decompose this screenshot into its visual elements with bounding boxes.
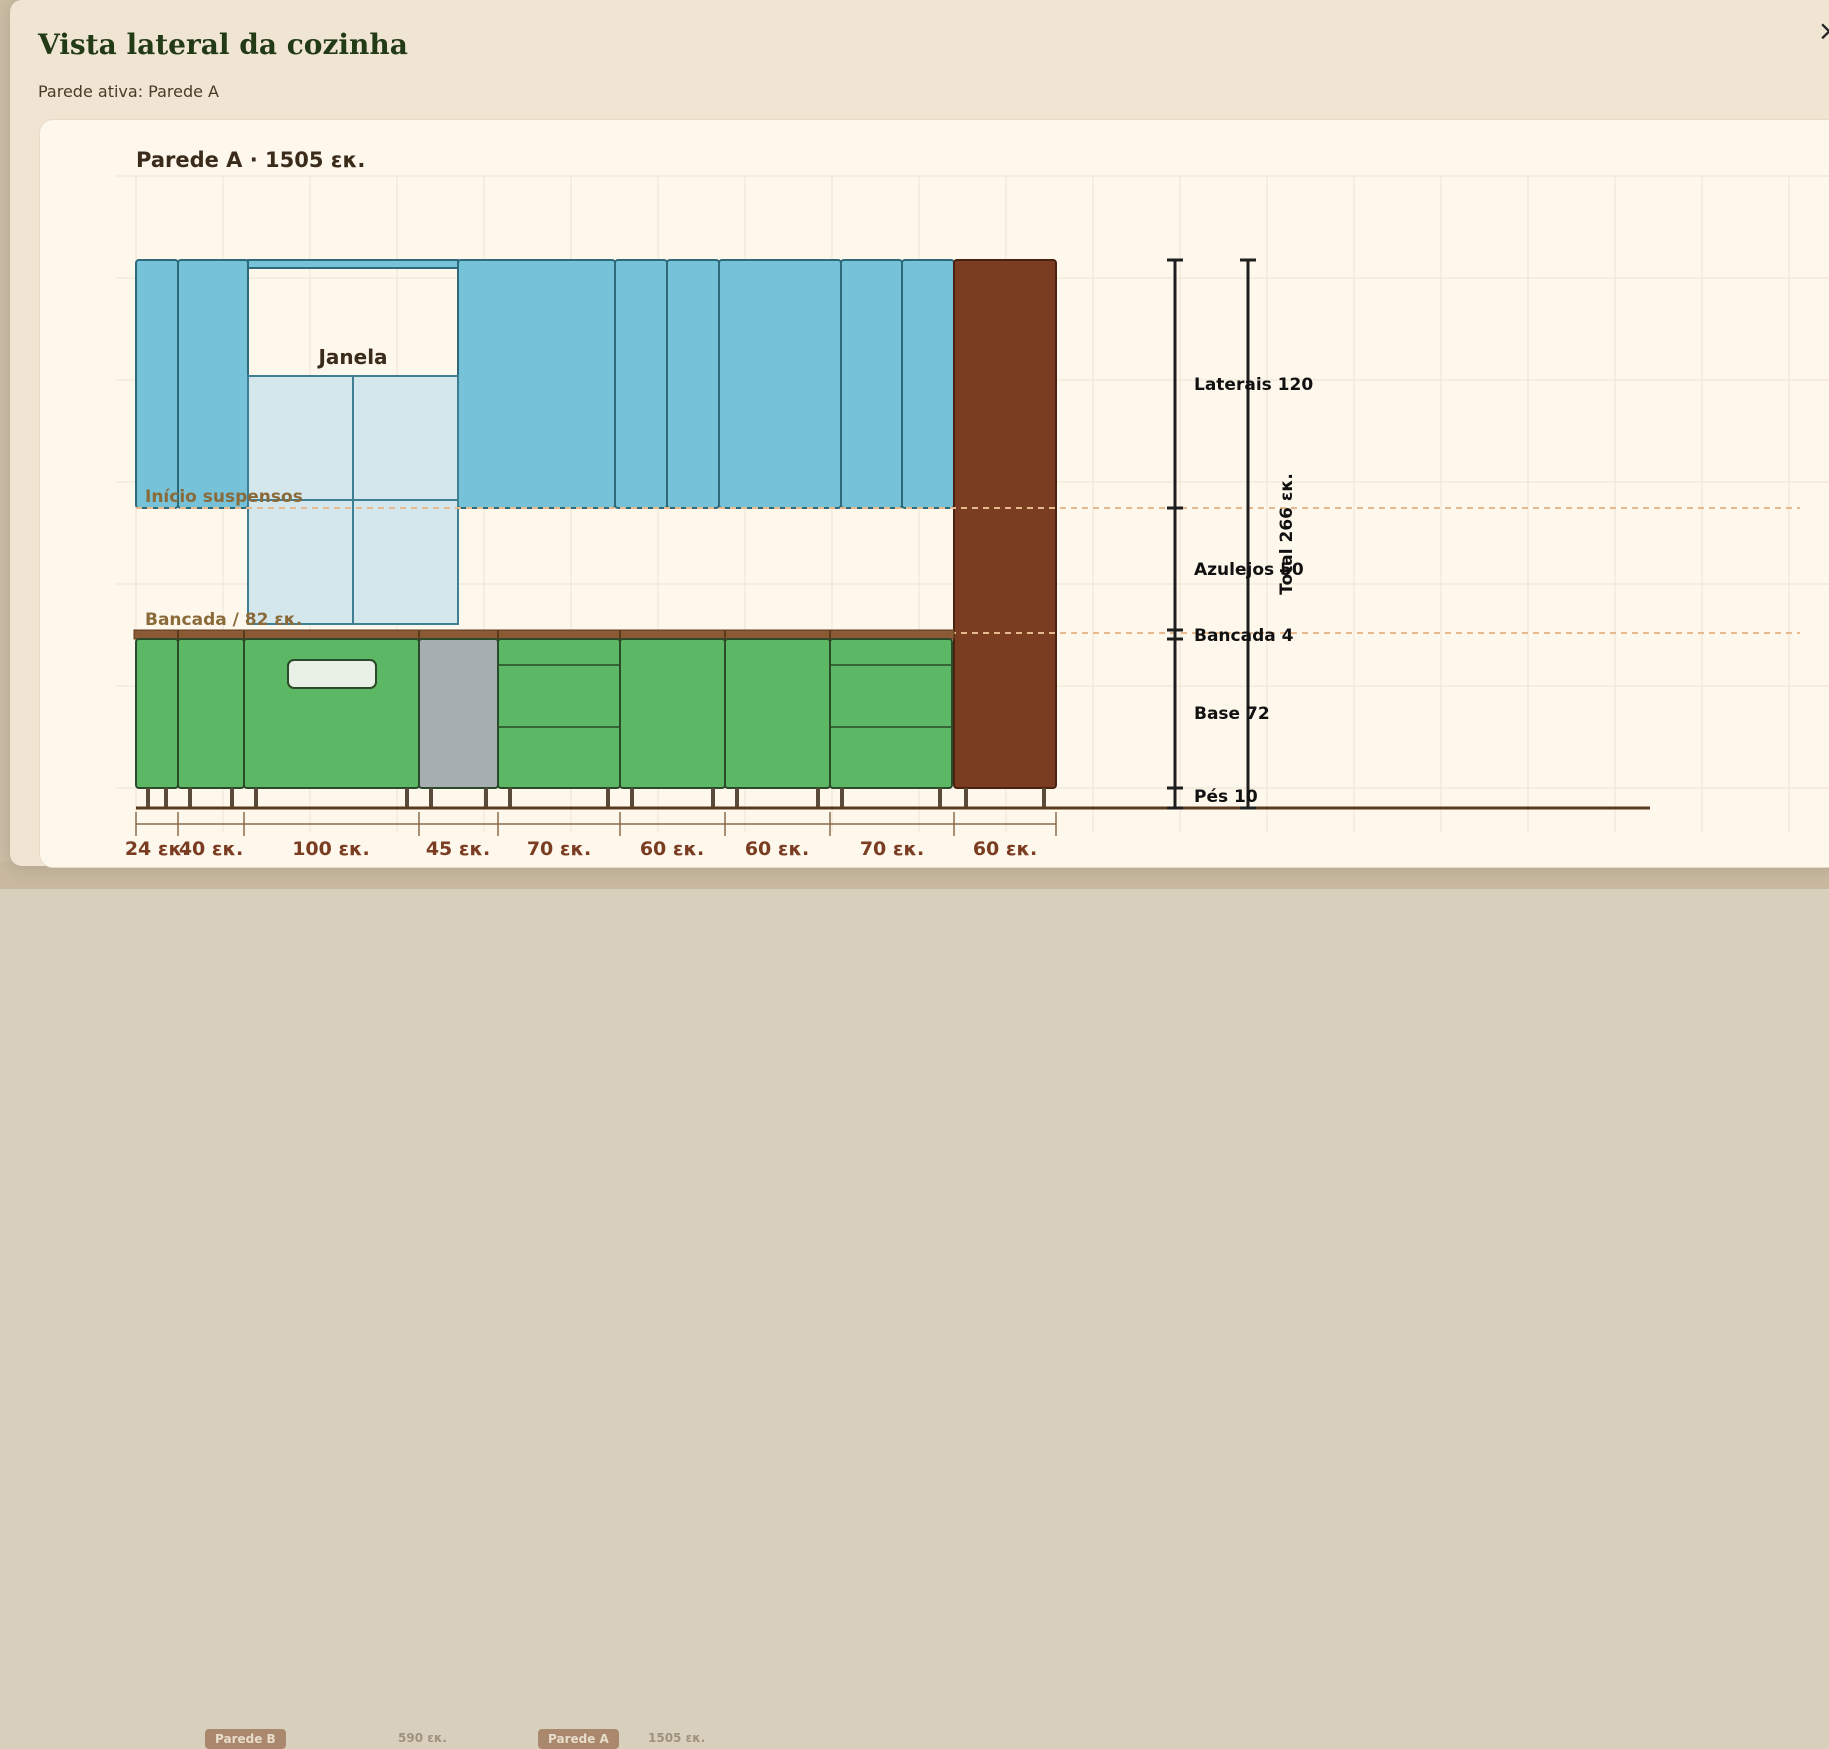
base-dimension: Base 72 — [1194, 704, 1270, 724]
width-label: 70 εκ. — [860, 838, 924, 860]
counter-line-label: Bancada / 82 εκ. — [145, 610, 302, 630]
upper-cabinet[interactable] — [840, 259, 903, 509]
width-label: 60 εκ. — [640, 838, 704, 860]
window[interactable]: Janela — [247, 345, 459, 625]
kitchen-side-view-modal: Vista lateral da cozinha Parede ativa: P… — [10, 0, 1829, 868]
sides-dimension: Laterais 120 — [1194, 375, 1313, 395]
width-label: 60 εκ. — [745, 838, 809, 860]
base-cabinet-drawers[interactable] — [497, 638, 621, 789]
width-label: 100 εκ. — [292, 838, 370, 860]
width-label: 45 εκ. — [426, 838, 490, 860]
oven-handle — [287, 659, 377, 689]
base-cabinet[interactable] — [724, 638, 831, 789]
base-cabinet[interactable] — [177, 638, 245, 789]
upper-cabinet[interactable] — [135, 259, 179, 509]
close-button[interactable]: × — [1818, 14, 1829, 47]
background-tab-wall-a: Parede A — [538, 1729, 619, 1749]
modal-title: Vista lateral da cozinha — [38, 28, 408, 61]
background-tab-wall-b: Parede B — [205, 1729, 286, 1749]
feet-dimension: Pés 10 — [1194, 787, 1258, 807]
width-label: 40 εκ. — [179, 838, 243, 860]
wall-elevation-drawing: Janela Início suspensos Bancada / 82 εκ. — [116, 148, 1829, 860]
base-cabinet-drawers[interactable] — [829, 638, 953, 789]
width-label: 60 εκ. — [973, 838, 1037, 860]
total-height-dimension: Total 266 εκ. — [1277, 473, 1297, 595]
wall-heading: Parede A · 1505 εκ. — [136, 148, 365, 172]
base-cabinet[interactable] — [619, 638, 726, 789]
cabinet-feet — [146, 788, 1046, 808]
window-label: Janela — [316, 345, 387, 369]
counter-dimension: Bancada 4 — [1194, 626, 1294, 646]
width-dimensions — [135, 812, 1057, 836]
sink-unit[interactable] — [418, 638, 499, 789]
base-cabinets — [135, 638, 953, 789]
upper-cabinet[interactable] — [614, 259, 668, 509]
background-wall-b-length: 590 εκ. — [398, 1731, 447, 1745]
wall-elevation-panel: Janela Início suspensos Bancada / 82 εκ. — [39, 119, 1829, 868]
window-top-cabinet[interactable] — [247, 259, 459, 269]
upper-start-label: Início suspensos — [145, 487, 303, 507]
width-label: 70 εκ. — [527, 838, 591, 860]
base-cabinet[interactable] — [135, 638, 179, 789]
active-wall-label: Parede ativa: Parede A — [38, 82, 219, 101]
upper-cabinet[interactable] — [177, 259, 249, 509]
upper-cabinet[interactable] — [666, 259, 720, 509]
upper-cabinet[interactable] — [457, 259, 616, 509]
upper-cabinet[interactable] — [718, 259, 842, 509]
upper-cabinet[interactable] — [901, 259, 955, 509]
tall-unit[interactable] — [953, 259, 1057, 789]
background-wall-a-length: 1505 εκ. — [648, 1731, 706, 1745]
